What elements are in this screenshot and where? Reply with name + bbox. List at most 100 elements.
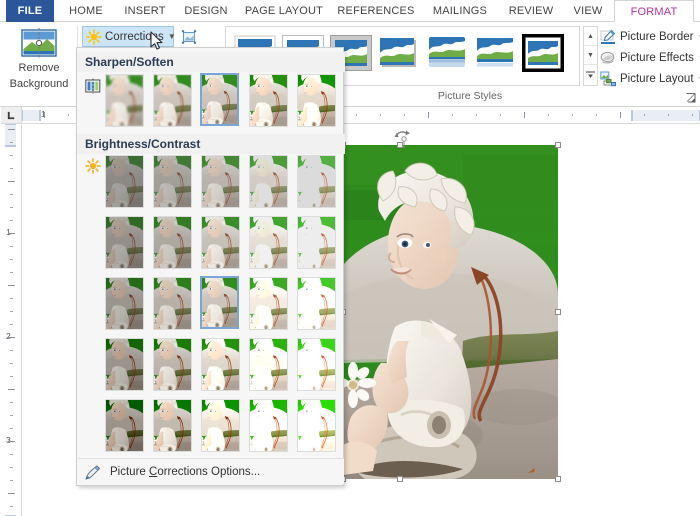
picture-style-thick-matte-black[interactable] (521, 33, 565, 73)
handle-top-center[interactable] (397, 142, 403, 148)
sharpen-soften-icon (85, 78, 101, 94)
hruler-tick (428, 112, 429, 118)
vruler-tick (10, 246, 13, 247)
tab-view[interactable]: VIEW (566, 0, 610, 22)
brightness-contrast-thumb-r2-c2[interactable] (200, 276, 239, 329)
vruler-tick (10, 428, 13, 429)
hruler-tick (596, 114, 597, 116)
brightness-contrast-thumb-r3-c4[interactable] (297, 338, 336, 391)
handle-bottom-center[interactable] (397, 476, 403, 482)
brightness-contrast-thumb-r3-c2[interactable] (201, 338, 240, 391)
picture-effects-label: Picture Effects (620, 52, 694, 64)
brightness-contrast-thumb-r2-c3[interactable] (249, 277, 288, 330)
color-button[interactable] (178, 26, 202, 47)
tab-format[interactable]: FORMAT (614, 0, 694, 22)
tab-review[interactable]: REVIEW (502, 0, 560, 22)
tab-insert[interactable]: INSERT (118, 0, 172, 22)
brightness-contrast-thumb-r0-c1[interactable] (153, 155, 192, 208)
vruler-tick (8, 337, 15, 338)
ruler-left-margin (22, 110, 40, 121)
picture-styles-group-label: Picture Styles (345, 90, 595, 102)
brightness-contrast-thumb-r0-c2[interactable] (201, 155, 240, 208)
tab-page-layout[interactable]: PAGE LAYOUT (240, 0, 328, 22)
vruler-tick (10, 324, 13, 325)
corrections-dropdown[interactable]: Sharpen/Soften Brightness/Contrast (76, 47, 344, 486)
brightness-contrast-thumb-r0-c4[interactable] (297, 155, 336, 208)
picture-styles-dialog-launcher[interactable] (686, 92, 696, 102)
brightness-contrast-thumb-r4-c2[interactable] (201, 399, 240, 452)
picture-styles-scroll[interactable]: ▲ ▼ (583, 26, 598, 86)
picture-layout-label: Picture Layout (620, 73, 694, 85)
vruler-tick (10, 415, 13, 416)
vruler-tick (8, 285, 15, 286)
picture-layout-button[interactable]: Picture Layout ▼ (600, 69, 700, 89)
document-picture[interactable] (343, 145, 558, 479)
vruler-tick (8, 181, 15, 182)
tab-file[interactable]: FILE (6, 0, 54, 22)
brightness-contrast-thumb-r1-c1[interactable] (153, 216, 192, 269)
vruler-tick (10, 194, 13, 195)
vruler-tick (8, 233, 15, 234)
hruler-tick (644, 114, 645, 116)
picture-layout-icon (600, 71, 616, 87)
vruler-tick (10, 467, 13, 468)
picture-border-button[interactable]: Picture Border ▼ (600, 27, 700, 47)
brightness-contrast-thumb-r0-c0[interactable] (105, 155, 144, 208)
picture-effects-button[interactable]: Picture Effects ▼ (600, 48, 700, 68)
scroll-down-button[interactable]: ▼ (584, 46, 597, 65)
sharpen-thumb-1[interactable] (153, 74, 192, 127)
tab-home[interactable]: HOME (60, 0, 112, 22)
brightness-contrast-thumb-r1-c0[interactable] (105, 216, 144, 269)
corrections-button[interactable]: Corrections ▼ (82, 26, 174, 47)
vertical-ruler[interactable]: 1 2 3 (0, 124, 22, 516)
picture-style-reflected-rounded-rect[interactable] (425, 33, 469, 73)
brightness-contrast-thumb-r4-c4[interactable] (297, 399, 336, 452)
hruler-tick (620, 112, 621, 118)
picture-border-label: Picture Border (620, 31, 694, 43)
brightness-contrast-thumb-r4-c1[interactable] (153, 399, 192, 452)
vruler-tick (10, 272, 13, 273)
hruler-tick (404, 114, 405, 116)
vruler-tick (10, 207, 13, 208)
vruler-tick (8, 389, 15, 390)
brightness-contrast-thumb-r1-c2[interactable] (201, 216, 240, 269)
hruler-tick (668, 114, 669, 116)
sharpen-thumb-3[interactable] (249, 74, 288, 127)
sharpen-thumb-2[interactable] (200, 73, 239, 126)
tab-design[interactable]: DESIGN (178, 0, 234, 22)
tab-stop-selector[interactable] (1, 107, 22, 124)
remove-background-button[interactable]: Remove Background (6, 25, 72, 101)
brightness-contrast-thumb-r4-c3[interactable] (249, 399, 288, 452)
picture-corrections-options-label: Picture Corrections Options... (110, 466, 260, 478)
brightness-contrast-thumb-r3-c1[interactable] (153, 338, 192, 391)
more-styles-button[interactable] (584, 65, 597, 84)
handle-bottom-right[interactable] (555, 476, 561, 482)
picture-style-drop-shadow-rectangle[interactable] (377, 33, 421, 73)
sharpen-thumb-4[interactable] (297, 74, 336, 127)
brightness-contrast-thumb-r4-c0[interactable] (105, 399, 144, 452)
picture-style-soft-edge-rectangle[interactable] (473, 33, 517, 73)
handle-top-right[interactable] (555, 142, 561, 148)
handle-middle-right[interactable] (555, 309, 561, 315)
vruler-tick (10, 350, 13, 351)
vruler-tick (10, 259, 13, 260)
brightness-contrast-thumb-r1-c3[interactable] (249, 216, 288, 269)
brightness-contrast-thumb-r0-c3[interactable] (249, 155, 288, 208)
vruler-tick (10, 155, 13, 156)
tab-references[interactable]: REFERENCES (334, 0, 418, 22)
tab-mailings[interactable]: MAILINGS (424, 0, 496, 22)
vruler-tick (10, 363, 13, 364)
chevron-down-icon: ▼ (168, 32, 176, 41)
scroll-up-button[interactable]: ▲ (584, 27, 597, 46)
remove-background-label-line2: Background (6, 78, 72, 91)
picture-corrections-options-item[interactable]: Picture Corrections Options... (78, 458, 344, 484)
brightness-contrast-thumb-r2-c1[interactable] (153, 277, 192, 330)
brightness-contrast-thumb-r1-c4[interactable] (297, 216, 336, 269)
vruler-tick (10, 311, 13, 312)
brightness-contrast-thumb-r2-c4[interactable] (297, 277, 336, 330)
brightness-contrast-thumb-r2-c0[interactable] (105, 277, 144, 330)
word-window: FILE HOME INSERT DESIGN PAGE LAYOUT REFERENCE… (0, 0, 700, 516)
brightness-contrast-thumb-r3-c3[interactable] (249, 338, 288, 391)
sharpen-thumb-0[interactable] (105, 74, 144, 127)
brightness-contrast-thumb-r3-c0[interactable] (105, 338, 144, 391)
